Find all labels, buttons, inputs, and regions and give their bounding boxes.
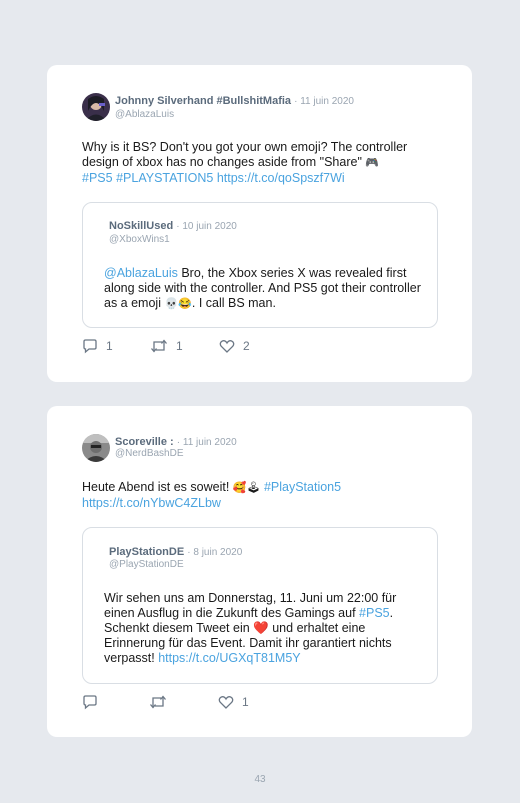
- retweet-button[interactable]: [149, 694, 175, 710]
- quoted-date[interactable]: · 8 juin 2020: [187, 547, 242, 558]
- tweet-text-body: Why is it BS? Don't you got your own emo…: [82, 140, 408, 169]
- quoted-author-name[interactable]: NoSkillUsed: [109, 220, 173, 232]
- quoted-handle[interactable]: @XboxWins1: [109, 234, 170, 245]
- tweet-text-body: Heute Abend ist es soweit!: [82, 480, 230, 494]
- author-name[interactable]: Scoreville :: [115, 436, 174, 448]
- retweet-count: 1: [176, 339, 183, 353]
- author-handle[interactable]: @AblazaLuis: [115, 109, 174, 120]
- emoji: 💀😂: [164, 298, 192, 310]
- retweet-icon: [151, 339, 167, 353]
- url-link[interactable]: https://t.co/qoSpszf7Wi: [217, 171, 345, 185]
- quoted-date[interactable]: · 10 juin 2020: [176, 221, 237, 232]
- avatar[interactable]: [82, 434, 110, 462]
- page-number: 43: [254, 774, 266, 785]
- quoted-text-body: Wir sehen uns am Donnerstag, 11. Juni um…: [104, 591, 397, 620]
- reply-icon: [83, 695, 97, 710]
- emoji: 🥰🕹: [232, 482, 261, 494]
- tweet-date[interactable]: · 11 juin 2020: [294, 96, 354, 107]
- reply-button[interactable]: [82, 694, 106, 710]
- hashtag-link[interactable]: #PLAYSTATION5: [116, 171, 213, 185]
- hashtag-link[interactable]: #PS5: [359, 606, 390, 620]
- quoted-author: PlayStationDE · 8 juin 2020: [109, 546, 242, 558]
- reply-button[interactable]: 1: [82, 338, 113, 354]
- quoted-tweet[interactable]: NoSkillUsed · 10 juin 2020 @XboxWins1 @A…: [82, 202, 438, 328]
- like-count: 2: [243, 339, 250, 353]
- like-button[interactable]: 1: [218, 694, 249, 710]
- author-name[interactable]: Johnny Silverhand #BullshitMafia: [115, 95, 291, 107]
- heart-icon: [219, 340, 235, 353]
- emoji: 🎮: [365, 157, 380, 169]
- hashtag-link[interactable]: #PS5: [82, 171, 113, 185]
- like-button[interactable]: 2: [219, 338, 250, 354]
- tweet-card: Johnny Silverhand #BullshitMafia · 11 ju…: [47, 65, 472, 382]
- tweet-date[interactable]: · 11 juin 2020: [177, 437, 237, 448]
- retweet-icon: [150, 695, 166, 709]
- like-count: 1: [242, 695, 249, 709]
- tweet-text: Why is it BS? Don't you got your own emo…: [82, 140, 442, 186]
- mention-link[interactable]: @AblazaLuis: [104, 266, 178, 280]
- tweet-author: Scoreville : · 11 juin 2020: [115, 436, 237, 448]
- quoted-text: @AblazaLuis Bro, the Xbox series X was r…: [104, 266, 422, 312]
- avatar[interactable]: [82, 93, 110, 121]
- quoted-tweet[interactable]: PlayStationDE · 8 juin 2020 @PlayStation…: [82, 527, 438, 684]
- tweet-text: Heute Abend ist es soweit! 🥰🕹 #PlayStati…: [82, 480, 442, 511]
- heart-icon: [218, 696, 234, 709]
- reply-icon: [83, 339, 97, 354]
- quoted-text-end: . I call BS man.: [191, 296, 276, 310]
- heart-emoji: ❤️: [253, 621, 269, 635]
- quoted-handle[interactable]: @PlayStationDE: [109, 559, 184, 570]
- quoted-author: NoSkillUsed · 10 juin 2020: [109, 220, 237, 232]
- quoted-text: Wir sehen uns am Donnerstag, 11. Juni um…: [104, 591, 422, 666]
- tweet-card: Scoreville : · 11 juin 2020 @NerdBashDE …: [47, 406, 472, 737]
- retweet-button[interactable]: 1: [150, 338, 183, 354]
- quoted-author-name[interactable]: PlayStationDE: [109, 546, 184, 558]
- hashtag-link[interactable]: #PlayStation5: [264, 480, 341, 494]
- url-link[interactable]: https://t.co/UGXqT81M5Y: [158, 651, 300, 665]
- tweet-author: Johnny Silverhand #BullshitMafia · 11 ju…: [115, 95, 354, 107]
- url-link[interactable]: https://t.co/nYbwC4ZLbw: [82, 496, 221, 510]
- author-handle[interactable]: @NerdBashDE: [115, 448, 184, 459]
- reply-count: 1: [106, 339, 113, 353]
